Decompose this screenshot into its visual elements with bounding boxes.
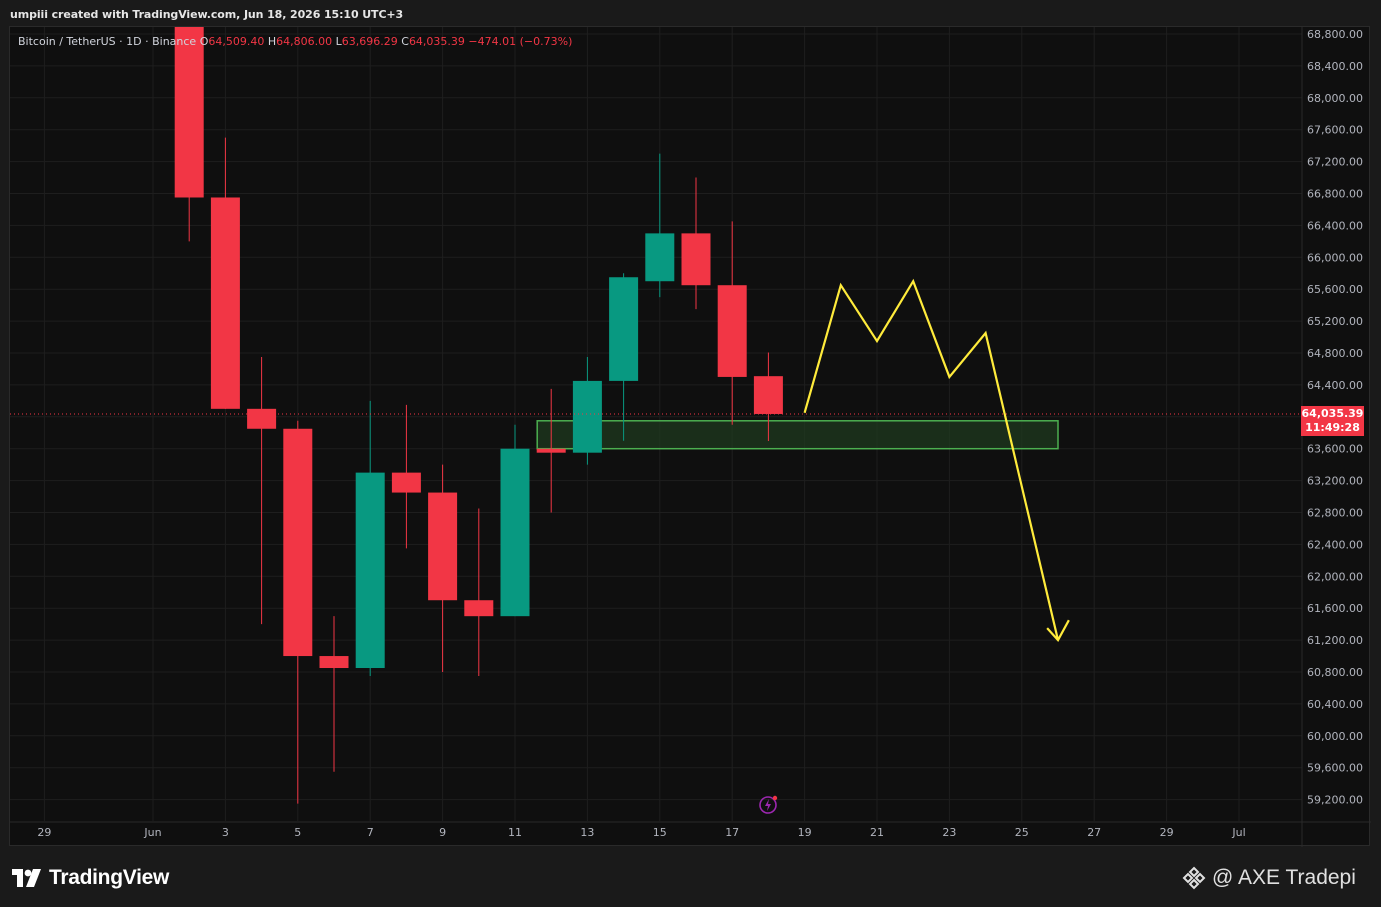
candle-body <box>210 197 240 409</box>
tradingview-logo[interactable]: TradingView <box>12 866 169 890</box>
x-axis-tick-label: 17 <box>725 826 739 839</box>
x-axis-tick-label: 21 <box>870 826 884 839</box>
candle-body <box>428 492 458 601</box>
candle-body <box>283 428 313 657</box>
candle-body <box>355 472 385 669</box>
y-axis-tick-label: 64,800.00 <box>1307 347 1363 360</box>
x-axis-tick-label: Jun <box>143 826 161 839</box>
creator-line: umpiii created with TradingView.com, Jun… <box>10 8 404 21</box>
y-axis-tick-label: 59,600.00 <box>1307 762 1363 775</box>
top-bar: umpiii created with TradingView.com, Jun… <box>0 0 1381 26</box>
x-axis-tick-label: 11 <box>508 826 522 839</box>
y-axis-tick-label: 66,800.00 <box>1307 188 1363 201</box>
y-axis-tick-label: 63,600.00 <box>1307 443 1363 456</box>
high-value: 64,806.00 <box>276 35 333 48</box>
x-axis-tick-label: 23 <box>942 826 956 839</box>
y-axis-tick-label: 66,400.00 <box>1307 219 1363 232</box>
price-chart[interactable]: 68,800.00 68,400.00 68,000.00 67,600.00 67,2… <box>10 27 1371 847</box>
y-axis-tick-label: 62,000.00 <box>1307 570 1363 583</box>
watermark-text: @ AXE Tradepi <box>1212 866 1356 889</box>
candle-body <box>536 448 566 453</box>
candle-body <box>319 656 349 669</box>
y-axis-tick-label: 67,600.00 <box>1307 124 1363 137</box>
last-price-value: 64,035.39 <box>1301 407 1364 420</box>
candle-body <box>247 408 277 429</box>
candle-body <box>753 376 783 414</box>
candle-body <box>391 472 421 493</box>
last-price-badge: 64,035.39 11:49:28 <box>1301 406 1364 436</box>
y-axis-tick-label: 67,200.00 <box>1307 156 1363 169</box>
watermark: @ AXE Tradepi <box>1182 866 1356 890</box>
y-axis-tick-label: 62,800.00 <box>1307 507 1363 520</box>
chart-pane[interactable]: 68,800.00 68,400.00 68,000.00 67,600.00 67,2… <box>9 26 1371 847</box>
y-axis-tick-label: 68,800.00 <box>1307 28 1363 41</box>
y-axis-tick-label: 60,800.00 <box>1307 666 1363 679</box>
y-axis-tick-label: 60,400.00 <box>1307 698 1363 711</box>
x-axis-tick-label: Jul <box>1231 826 1245 839</box>
x-axis-tick-label: 15 <box>653 826 667 839</box>
x-axis-tick-label: 27 <box>1087 826 1101 839</box>
low-value: 63,696.29 <box>341 35 398 48</box>
x-axis-tick-label: 25 <box>1015 826 1029 839</box>
y-axis-tick-label: 68,000.00 <box>1307 92 1363 105</box>
candle-body <box>717 285 747 377</box>
bar-countdown: 11:49:28 <box>1305 421 1360 434</box>
x-axis-tick-label: 29 <box>37 826 51 839</box>
tradingview-logo-icon <box>12 869 41 887</box>
x-axis-tick-label: 13 <box>580 826 594 839</box>
x-axis-tick-label: 9 <box>439 826 446 839</box>
close-value: 64,035.39 <box>408 35 465 48</box>
y-axis-tick-label: 65,600.00 <box>1307 283 1363 296</box>
x-axis-tick-label: 5 <box>294 826 301 839</box>
y-axis-tick-label: 63,200.00 <box>1307 475 1363 488</box>
candle-body <box>464 600 494 617</box>
y-axis-tick-label: 61,200.00 <box>1307 634 1363 647</box>
y-axis-tick-label: 68,400.00 <box>1307 60 1363 73</box>
x-axis-tick-label: 19 <box>798 826 812 839</box>
candle-body <box>609 277 639 381</box>
ohlc-legend[interactable]: Bitcoin / TetherUS · 1D · Binance O64,50… <box>18 35 572 48</box>
candle-body <box>572 380 602 453</box>
candle-body <box>645 233 675 282</box>
y-axis-tick-label: 64,400.00 <box>1307 379 1363 392</box>
change-value: −474.01 (−0.73%) <box>468 35 573 48</box>
open-value: 64,509.40 <box>208 35 265 48</box>
high-label: H <box>267 35 277 48</box>
candle-body <box>500 448 530 617</box>
candle-body <box>681 233 711 286</box>
support-zone-rectangle <box>536 420 1059 450</box>
y-axis-tick-label: 59,200.00 <box>1307 794 1363 807</box>
footer-bar <box>0 847 1381 907</box>
lightning-icon[interactable] <box>758 795 778 815</box>
binance-icon <box>1182 866 1206 890</box>
x-axis-tick-label: 7 <box>367 826 374 839</box>
y-axis-tick-label: 62,400.00 <box>1307 538 1363 551</box>
x-axis-tick-label: 3 <box>222 826 229 839</box>
y-axis-tick-label: 60,000.00 <box>1307 730 1363 743</box>
y-axis-tick-label: 65,200.00 <box>1307 315 1363 328</box>
x-axis-tick-label: 29 <box>1160 826 1174 839</box>
candle-body <box>174 27 204 198</box>
tradingview-wordmark: TradingView <box>49 866 170 889</box>
projection-path <box>803 278 1060 641</box>
close-label: C <box>401 35 409 48</box>
y-axis-tick-label: 66,000.00 <box>1307 251 1363 264</box>
symbol-title[interactable]: Bitcoin / TetherUS · 1D · Binance <box>18 35 196 48</box>
y-axis-tick-label: 61,600.00 <box>1307 602 1363 615</box>
